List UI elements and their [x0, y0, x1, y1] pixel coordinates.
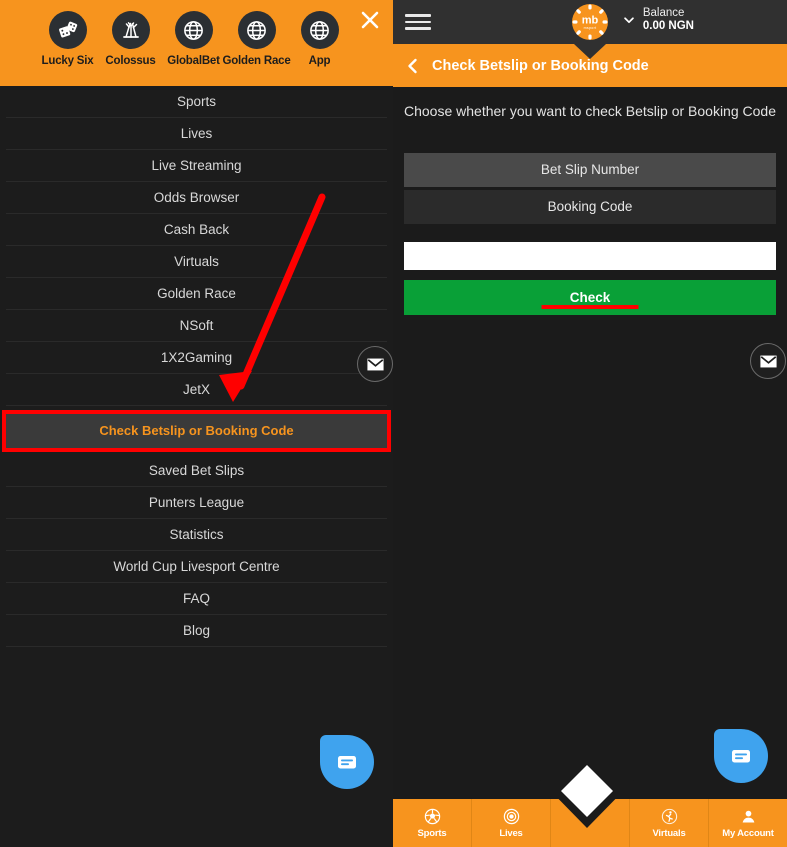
quicklink-label: Golden Race	[222, 55, 291, 67]
nav-label: Sports	[417, 828, 447, 839]
menu-item-faq[interactable]: FAQ	[6, 583, 387, 615]
quicklink-globalbet[interactable]: GlobalBet	[162, 11, 225, 67]
top-bar: mb msport Balance 0.00 NGN	[393, 0, 787, 44]
left-drawer-panel: Lucky Six Colossus GlobalBet Golden Race…	[0, 0, 393, 847]
quicklinks-list: Lucky Six Colossus GlobalBet Golden Race…	[0, 0, 393, 67]
menu-item-check-betslip-or-booking-code[interactable]: Check Betslip or Booking Code	[6, 414, 387, 448]
balance-selector[interactable]: Balance 0.00 NGN	[622, 7, 694, 33]
intro-text: Choose whether you want to check Betslip…	[404, 103, 776, 119]
menu-item-jetx[interactable]: JetX	[6, 374, 387, 406]
main-content: Choose whether you want to check Betslip…	[393, 87, 787, 316]
envelope-icon	[366, 358, 384, 370]
balance-label: Balance	[642, 7, 685, 19]
nav-item-my-account[interactable]: My Account	[709, 799, 787, 847]
globe-icon	[174, 11, 213, 49]
chat-fab-left[interactable]	[318, 733, 376, 791]
drawer-menu-list: Sports Lives Live Streaming Odds Browser…	[0, 86, 393, 647]
menu-item-saved-bet-slips[interactable]: Saved Bet Slips	[6, 455, 387, 487]
quicklinks-bar: Lucky Six Colossus GlobalBet Golden Race…	[0, 0, 393, 86]
nav-item-virtuals[interactable]: Virtuals	[630, 799, 709, 847]
nav-item-sports[interactable]: Sports	[393, 799, 472, 847]
diamond-icon[interactable]	[559, 763, 615, 819]
page-header-bar: Check Betslip or Booking Code	[393, 44, 787, 87]
nav-label: My Account	[722, 828, 774, 839]
quicklink-label: GlobalBet	[167, 55, 220, 67]
person-icon	[742, 810, 754, 823]
header-notch	[574, 44, 606, 59]
close-icon[interactable]	[355, 5, 385, 35]
menu-item-cash-back[interactable]: Cash Back	[6, 214, 387, 246]
brand-logo-subtext: msport	[584, 26, 597, 30]
envelope-icon	[759, 355, 777, 367]
tab-bet-slip-number[interactable]: Bet Slip Number	[404, 153, 776, 188]
chat-bubble-icon	[714, 729, 768, 783]
nav-label: Lives	[499, 828, 523, 839]
menu-item-odds-browser[interactable]: Odds Browser	[6, 182, 387, 214]
nav-label: Virtuals	[652, 828, 686, 839]
envelope-fab-right[interactable]	[750, 343, 786, 379]
quicklink-app[interactable]: App	[288, 11, 351, 67]
tab-booking-code[interactable]: Booking Code	[404, 190, 776, 225]
brand-logo-text: mb	[582, 15, 599, 27]
chat-fab-right[interactable]	[712, 727, 770, 785]
hamburger-icon[interactable]	[405, 9, 431, 35]
football-icon	[424, 808, 440, 825]
menu-item-golden-race[interactable]: Golden Race	[6, 278, 387, 310]
code-input[interactable]	[404, 242, 776, 271]
quicklink-label: App	[308, 55, 331, 67]
balance-amount: 0.00 NGN	[642, 20, 694, 33]
runner-icon	[661, 808, 677, 825]
globe-icon	[300, 11, 339, 49]
quicklink-colossus[interactable]: Colossus	[99, 11, 162, 67]
menu-item-1x2gaming[interactable]: 1X2Gaming	[6, 342, 387, 374]
menu-item-live-streaming[interactable]: Live Streaming	[6, 150, 387, 182]
chat-bubble-icon	[320, 735, 374, 789]
menu-item-punters-league[interactable]: Punters League	[6, 487, 387, 519]
menu-item-sports[interactable]: Sports	[6, 86, 387, 118]
brand-logo[interactable]: mb msport	[571, 3, 609, 41]
check-button[interactable]: Check	[404, 280, 776, 316]
quicklink-golden-race[interactable]: Golden Race	[222, 11, 291, 67]
menu-item-virtuals[interactable]: Virtuals	[6, 246, 387, 278]
dice-icon	[48, 11, 87, 49]
quicklink-label: Colossus	[105, 55, 156, 67]
fireworks-icon	[111, 11, 150, 49]
main-panel: mb msport Balance 0.00 NGN Check Betslip…	[393, 0, 787, 847]
menu-item-world-cup-livesport-centre[interactable]: World Cup Livesport Centre	[6, 551, 387, 583]
app-root: Lucky Six Colossus GlobalBet Golden Race…	[0, 0, 787, 847]
envelope-fab-left[interactable]	[357, 346, 393, 382]
page-title: Check Betslip or Booking Code	[432, 57, 649, 74]
balance-text: Balance 0.00 NGN	[643, 7, 694, 33]
menu-item-lives[interactable]: Lives	[6, 118, 387, 150]
red-underline-annotation	[541, 305, 639, 310]
highlight-box: Check Betslip or Booking Code	[2, 410, 391, 452]
chevron-down-icon	[624, 17, 634, 24]
menu-item-nsoft[interactable]: NSoft	[6, 310, 387, 342]
globe-icon	[237, 11, 276, 49]
check-button-label: Check	[569, 290, 611, 306]
chevron-left-icon	[408, 58, 417, 73]
menu-item-statistics[interactable]: Statistics	[6, 519, 387, 551]
menu-item-blog[interactable]: Blog	[6, 615, 387, 647]
live-target-icon	[503, 808, 519, 825]
nav-item-lives[interactable]: Lives	[472, 799, 551, 847]
quicklink-label: Lucky Six	[41, 55, 94, 67]
quicklink-lucky-six[interactable]: Lucky Six	[36, 11, 99, 67]
